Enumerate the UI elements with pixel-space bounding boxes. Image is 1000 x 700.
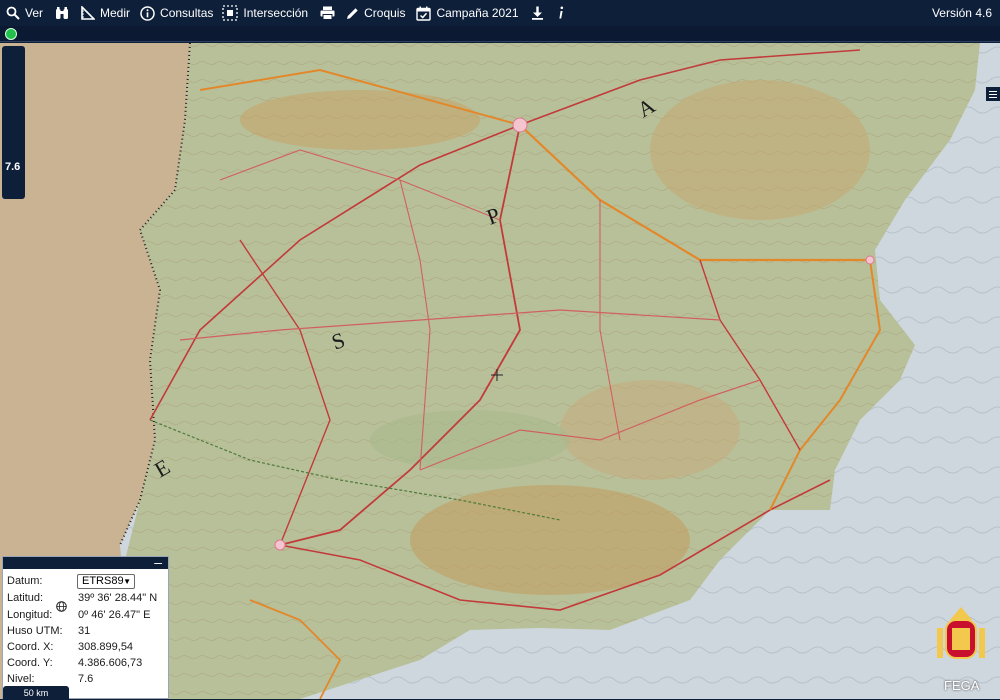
city-valencia [865,255,875,265]
sierra-central [240,90,480,150]
coordinates-panel-header: – [3,555,168,569]
longitud-label: Longitud: [7,609,53,621]
medir-label: Medir [100,6,131,20]
huso-value: 31 [78,625,91,637]
about-button[interactable] [558,0,564,26]
download-button[interactable] [531,0,544,26]
status-indicator [5,28,17,40]
campana-button[interactable]: Campaña 2021 [416,0,519,26]
nivel-label: Nivel: [7,673,35,685]
fega-brand: FEGA [944,678,980,693]
interseccion-label: Intersección [243,6,309,20]
huso-label: Huso UTM: [7,625,63,637]
consultas-label: Consultas [160,6,214,20]
download-icon [531,6,543,20]
coordinates-panel: – Datum: ETRS89 ▼ Latitud: 39º 36' 28.44… [2,555,169,699]
print-icon [320,6,335,20]
coord-x-value: 308.899,54 [78,641,134,653]
print-button[interactable] [320,0,335,26]
info-circle-icon [140,5,155,21]
datum-value: ETRS89 [82,575,124,587]
sierra-segura [560,380,740,480]
medir-button[interactable]: Medir [81,0,130,26]
coord-x-label: Coord. X: [7,641,54,653]
binoculars-icon [56,7,69,19]
longitud-value: 0º 46' 26.47" E [78,609,151,621]
city-sevilla [274,539,286,551]
datum-label: Datum: [7,575,43,587]
consultas-button[interactable]: Consultas [140,0,213,26]
sistema-iberico [650,80,870,220]
latitud-value: 39º 36' 28.44" N [78,592,158,604]
city-madrid [512,117,528,133]
layers-menu-button[interactable] [986,87,1000,101]
status-bar [0,26,1000,42]
ruler-icon [81,6,96,20]
campana-label: Campaña 2021 [436,6,519,20]
calendar-check-icon [416,6,432,21]
globe-icon[interactable] [56,601,67,612]
coord-y-label: Coord. Y: [7,657,53,669]
scale-bar: 50 km [3,686,69,699]
minimize-button[interactable]: – [154,555,162,569]
ver-label: Ver [25,6,44,20]
croquis-button[interactable]: Croquis [346,0,405,26]
pencil-icon [347,7,358,19]
sierra-morena [370,410,570,470]
ver-button[interactable]: Ver [6,0,43,26]
version-label: Versión 4.6 [931,6,992,20]
binoculars-button[interactable] [55,0,69,26]
search-icon [6,6,20,20]
interseccion-button[interactable]: Intersección [222,0,308,26]
coord-y-value: 4.386.606,73 [78,657,143,669]
info-i-icon [558,6,563,19]
croquis-label: Croquis [364,6,406,20]
nivel-value: 7.6 [78,673,94,685]
latitud-label: Latitud: [7,592,44,604]
datum-select[interactable]: ETRS89 ▼ [77,574,135,589]
intersection-icon [222,5,239,21]
chevron-down-icon: ▼ [123,577,131,586]
zoom-level-value: 7.6 [5,161,21,173]
toolbar: Ver Medir Consultas Intersección Croquis… [0,0,1000,26]
zoom-level-panel[interactable]: 7.6 [2,46,25,199]
